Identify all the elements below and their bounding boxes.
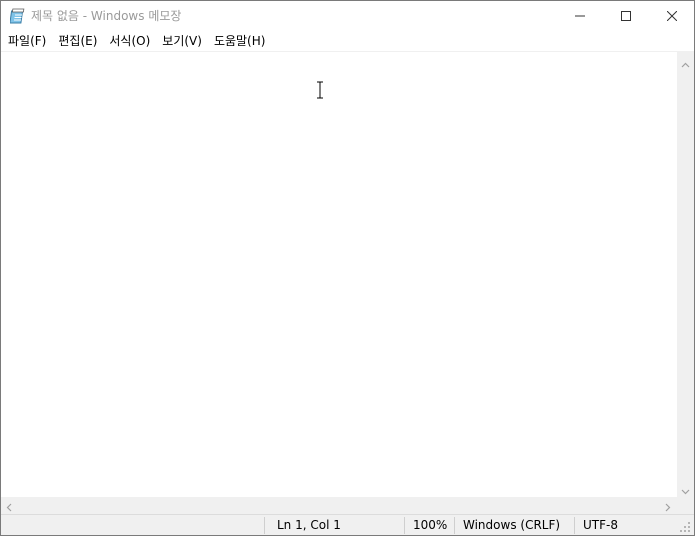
text-cursor-icon xyxy=(316,81,324,99)
minimize-icon xyxy=(575,11,585,21)
menu-format[interactable]: 서식(O) xyxy=(103,31,156,51)
status-separator xyxy=(454,517,455,534)
window-title: 제목 없음 - Windows 메모장 xyxy=(31,9,182,23)
resize-grip-icon[interactable] xyxy=(679,521,691,533)
vertical-scrollbar[interactable] xyxy=(677,52,694,497)
status-separator xyxy=(404,517,405,534)
text-editor[interactable] xyxy=(1,52,677,497)
menu-view[interactable]: 보기(V) xyxy=(156,31,208,51)
status-bar: Ln 1, Col 1 100% Windows (CRLF) UTF-8 xyxy=(1,514,694,535)
close-button[interactable] xyxy=(649,1,695,31)
notepad-window: 제목 없음 - Windows 메모장 파일(F) 편집(E) 서식(O) 보기… xyxy=(0,0,695,536)
menu-help[interactable]: 도움말(H) xyxy=(208,31,272,51)
maximize-button[interactable] xyxy=(603,1,649,31)
minimize-button[interactable] xyxy=(557,1,603,31)
scroll-up-icon[interactable] xyxy=(681,57,690,71)
status-separator xyxy=(574,517,575,534)
menu-bar: 파일(F) 편집(E) 서식(O) 보기(V) 도움말(H) xyxy=(1,31,694,51)
status-encoding: UTF-8 xyxy=(583,518,618,532)
scroll-down-icon[interactable] xyxy=(681,484,690,498)
scroll-left-icon[interactable] xyxy=(6,501,12,515)
notepad-icon xyxy=(9,8,26,24)
horizontal-scrollbar[interactable] xyxy=(1,497,677,514)
menu-edit[interactable]: 편집(E) xyxy=(52,31,103,51)
scrollbar-corner xyxy=(677,497,694,514)
close-icon xyxy=(667,11,677,21)
status-line-ending: Windows (CRLF) xyxy=(463,518,561,532)
status-zoom: 100% xyxy=(413,518,448,532)
maximize-icon xyxy=(621,11,631,21)
status-separator xyxy=(264,517,265,534)
scroll-right-icon[interactable] xyxy=(665,501,671,515)
title-bar[interactable]: 제목 없음 - Windows 메모장 xyxy=(1,1,694,31)
status-cursor-position: Ln 1, Col 1 xyxy=(277,518,341,532)
menu-file[interactable]: 파일(F) xyxy=(1,31,52,51)
